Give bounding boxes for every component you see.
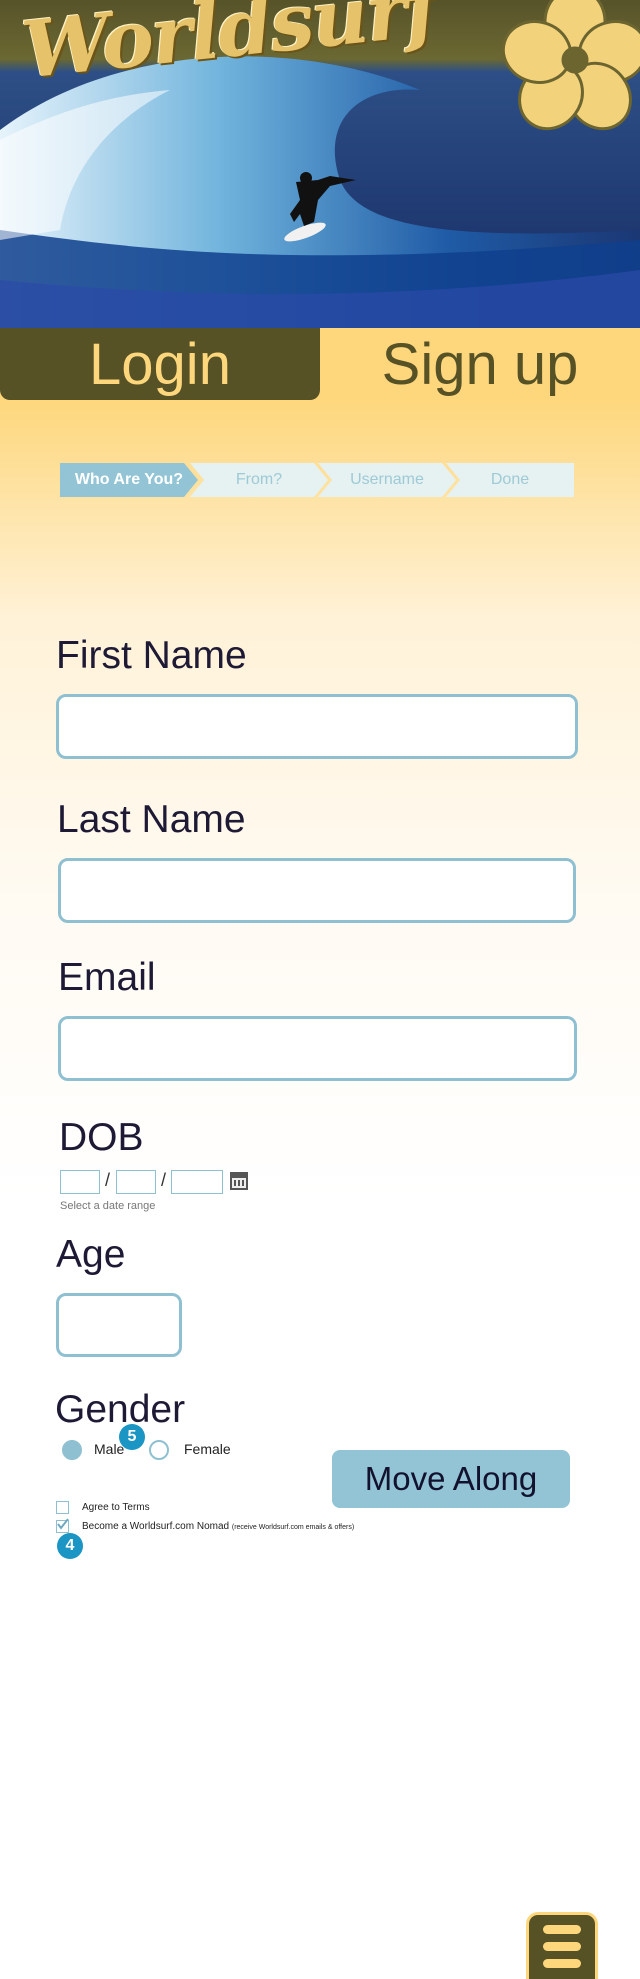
step-who-are-you: Who Are You?: [60, 463, 198, 497]
dob-separator: /: [105, 1170, 111, 1190]
step-from: From?: [190, 463, 328, 497]
nomad-label: Become a Worldsurf.com Nomad (receive Wo…: [82, 1521, 354, 1532]
gender-female-label[interactable]: Female: [184, 1441, 231, 1457]
nomad-step-badge: 4: [57, 1533, 83, 1559]
hero-banner: Worldsurf: [0, 0, 640, 328]
age-input[interactable]: [56, 1293, 182, 1357]
last-name-label: Last Name: [57, 798, 246, 841]
step-done: Done: [446, 463, 574, 497]
gender-male-radio[interactable]: [62, 1440, 82, 1460]
menu-bar-icon: [543, 1959, 581, 1968]
dob-year-input[interactable]: [171, 1170, 223, 1194]
gender-label: Gender: [55, 1388, 186, 1431]
nomad-note: (receive Worldsurf.com emails & offers): [231, 1524, 355, 1531]
first-name-input[interactable]: [56, 694, 578, 759]
last-name-input[interactable]: [58, 858, 576, 923]
age-label: Age: [56, 1233, 126, 1276]
menu-button[interactable]: [526, 1912, 598, 1979]
dob-day-input[interactable]: [116, 1170, 156, 1194]
agree-terms-label: Agree to Terms: [82, 1502, 150, 1513]
tab-login[interactable]: Login: [0, 328, 320, 400]
first-name-label: First Name: [56, 634, 247, 677]
menu-bar-icon: [543, 1942, 581, 1951]
move-along-button[interactable]: Move Along: [332, 1450, 570, 1508]
dob-hint: Select a date range: [60, 1200, 156, 1212]
nomad-label-text: Become a Worldsurf.com Nomad: [82, 1521, 230, 1532]
agree-terms-checkbox[interactable]: [56, 1501, 69, 1514]
email-input[interactable]: [58, 1016, 577, 1081]
gender-female-radio[interactable]: [149, 1440, 169, 1460]
gender-step-badge: 5: [119, 1424, 145, 1450]
dob-separator: /: [161, 1170, 167, 1190]
menu-bar-icon: [543, 1925, 581, 1934]
nomad-checkbox[interactable]: [56, 1518, 69, 1533]
tab-login-label: Login: [89, 331, 231, 397]
signup-progress-steps: Who Are You? From? Username Done: [60, 463, 574, 497]
tab-signup[interactable]: Sign up: [320, 328, 640, 400]
calendar-icon[interactable]: [230, 1172, 248, 1190]
email-label: Email: [58, 956, 156, 999]
checkmark-icon: [57, 1518, 69, 1530]
step-username: Username: [318, 463, 456, 497]
dob-label: DOB: [59, 1116, 144, 1159]
dob-month-input[interactable]: [60, 1170, 100, 1194]
tab-signup-label: Sign up: [381, 331, 579, 397]
